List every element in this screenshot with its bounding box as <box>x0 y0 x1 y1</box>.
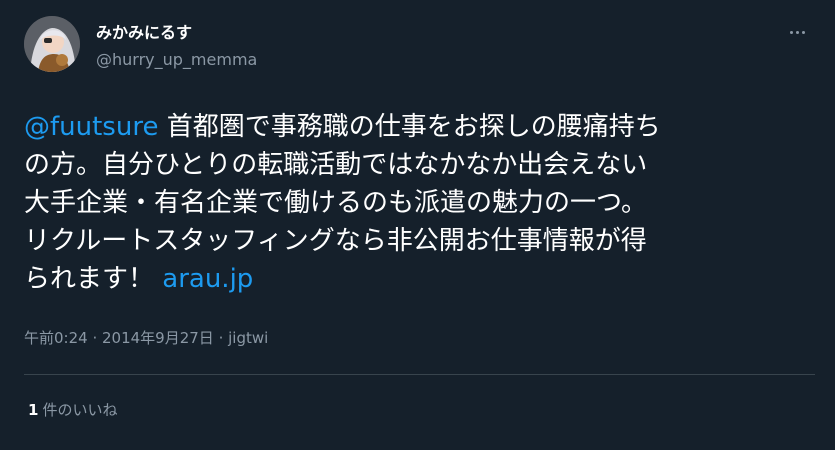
tweet-card: みかみにるす @hurry_up_memma @fuutsure 首都圏で事務職… <box>0 0 835 450</box>
more-horizontal-icon[interactable] <box>779 20 815 44</box>
tweet-date[interactable]: 2014年9月27日 <box>102 329 214 347</box>
meta-separator: · <box>213 329 229 347</box>
more-dot <box>801 30 805 34</box>
tweet-time[interactable]: 午前0:24 <box>24 329 88 347</box>
meta-separator: · <box>87 329 102 347</box>
url-link[interactable]: arau.jp <box>162 264 253 294</box>
mention-link[interactable]: @fuutsure <box>24 112 158 142</box>
tweet-meta: 午前0:24 · 2014年9月27日 · jigtwi <box>24 328 268 348</box>
tweet-text-rest: の方。自分ひとりの転職活動ではなかなか出会えない 大手企業・有名企業で働けるのも… <box>24 150 648 294</box>
tweet-text-line1: 首都圏で事務職の仕事をお探しの腰痛持ち <box>158 112 661 142</box>
tweet-text: @fuutsure 首都圏で事務職の仕事をお探しの腰痛持ち の方。自分ひとりの転… <box>24 108 814 298</box>
tweet-source[interactable]: jigtwi <box>228 329 268 347</box>
more-dot <box>795 30 799 34</box>
avatar[interactable] <box>24 16 80 72</box>
likes-number: 1 <box>28 401 39 419</box>
more-dot <box>789 30 793 34</box>
avatar-image <box>24 16 80 72</box>
author-handle[interactable]: @hurry_up_memma <box>96 50 257 70</box>
author-display-name[interactable]: みかみにるす <box>96 22 257 44</box>
likes-label: 件のいいね <box>42 401 118 419</box>
divider <box>24 374 815 375</box>
author-info: みかみにるす @hurry_up_memma <box>96 22 257 70</box>
likes-count[interactable]: 1 件のいいね <box>28 400 117 420</box>
